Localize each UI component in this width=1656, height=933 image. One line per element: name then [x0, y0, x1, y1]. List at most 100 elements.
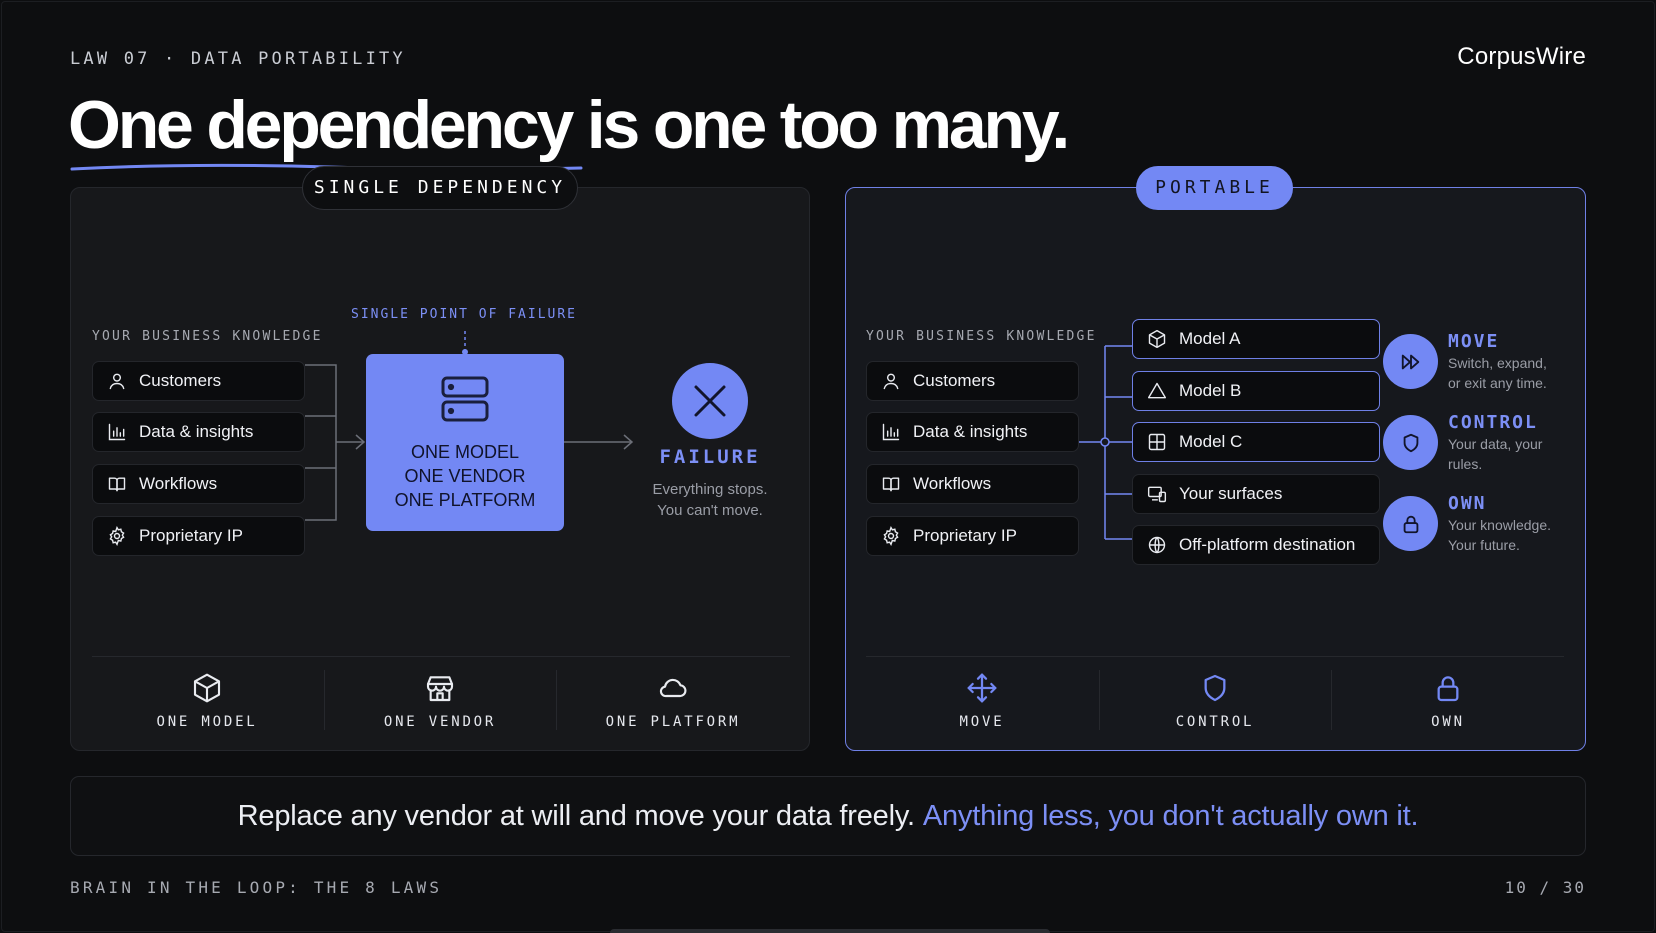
devices-icon	[1147, 486, 1167, 503]
benefit-title-move: MOVE	[1448, 331, 1500, 352]
knowledge-item-customers: Customers	[92, 361, 305, 401]
failure-x-icon	[672, 363, 748, 439]
benefit-line: Your future.	[1448, 537, 1520, 553]
cube-icon	[193, 673, 221, 703]
footer-move: MOVE	[882, 672, 1082, 730]
benefit-title-own: OWN	[1448, 493, 1487, 514]
storefront-icon	[426, 676, 454, 702]
knowledge-item-workflows: Workflows	[866, 464, 1079, 504]
triangle-icon	[1147, 382, 1167, 399]
failure-description: Everything stops. You can't move.	[620, 479, 800, 521]
benefit-line: Your data, your	[1448, 436, 1543, 452]
benefit-line: or exit any time.	[1448, 375, 1547, 391]
cube-icon	[1148, 329, 1166, 349]
benefit-line: Switch, expand,	[1448, 355, 1547, 371]
failure-line: You can't move.	[657, 502, 763, 519]
knowledge-label: YOUR BUSINESS KNOWLEDGE	[92, 329, 323, 344]
callout-main: Replace any vendor at will and move your…	[237, 799, 915, 832]
footer-control: CONTROL	[1115, 672, 1315, 730]
footer-one-platform: ONE PLATFORM	[573, 672, 773, 730]
server-icon	[441, 376, 489, 422]
footer-label: OWN	[1431, 714, 1465, 730]
book-icon	[108, 477, 126, 492]
footer-label: ONE MODEL	[156, 714, 258, 730]
footer-own: OWN	[1348, 672, 1548, 730]
portable-badge: PORTABLE	[1136, 166, 1293, 210]
central-line: ONE PLATFORM	[394, 490, 536, 510]
deck-title: BRAIN IN THE LOOP: THE 8 LAWS	[70, 878, 443, 897]
spof-label: SINGLE POINT OF FAILURE	[351, 307, 578, 322]
eyebrow: LAW 07 · DATA PORTABILITY	[70, 49, 406, 69]
knowledge-item-workflows: Workflows	[92, 464, 305, 504]
knowledge-item-label: Data & insights	[913, 422, 1028, 441]
knowledge-label: YOUR BUSINESS KNOWLEDGE	[866, 329, 1097, 344]
bar-chart-icon	[882, 423, 900, 441]
failure-line: Everything stops.	[652, 481, 768, 498]
footer-separator	[324, 670, 325, 730]
knowledge-item-label: Proprietary IP	[139, 526, 243, 545]
footer-separator	[1331, 670, 1332, 730]
scroll-handle[interactable]	[610, 929, 1050, 933]
page-number: 10 / 30	[1504, 878, 1586, 897]
page-title: One dependency is one too many.	[68, 87, 1070, 163]
destination-model-c: Model C	[1132, 422, 1380, 462]
failure-title: FAILURE	[659, 446, 761, 468]
footer-one-model: ONE MODEL	[107, 672, 307, 730]
knowledge-item-data-insights: Data & insights	[866, 412, 1079, 452]
destination-label: Your surfaces	[1179, 484, 1283, 503]
cloud-icon	[659, 678, 687, 698]
benefit-line: Your knowledge.	[1448, 517, 1552, 533]
right-footer-divider	[866, 656, 1564, 657]
move-arrows-icon	[967, 673, 997, 703]
bar-chart-icon	[108, 423, 126, 441]
shield-icon	[1383, 415, 1438, 470]
benefit-desc-move: Switch, expand, or exit any time.	[1448, 353, 1578, 393]
destination-label: Model B	[1179, 381, 1242, 400]
destination-model-b: Model B	[1132, 371, 1380, 411]
left-footer-divider	[92, 656, 790, 657]
footer-separator	[1099, 670, 1100, 730]
benefit-desc-own: Your knowledge. Your future.	[1448, 515, 1578, 555]
lock-icon	[1383, 496, 1438, 551]
destination-your-surfaces: Your surfaces	[1132, 474, 1380, 514]
lock-icon	[1437, 676, 1459, 702]
globe-icon	[1148, 536, 1166, 554]
destination-label: Model A	[1179, 329, 1241, 348]
destination-label: Off-platform destination	[1179, 535, 1356, 554]
benefit-desc-control: Your data, your rules.	[1448, 434, 1578, 474]
callout-accent: Anything less, you don't actually own it…	[922, 799, 1419, 832]
knowledge-item-proprietary-ip: Proprietary IP	[866, 516, 1079, 556]
footer-separator	[556, 670, 557, 730]
brand-logo: CorpusWire	[1457, 43, 1586, 70]
central-line: ONE VENDOR	[404, 466, 526, 486]
footer-label: ONE VENDOR	[383, 714, 497, 730]
callout-banner: Replace any vendor at will and move your…	[70, 776, 1586, 856]
knowledge-item-data-insights: Data & insights	[92, 412, 305, 452]
footer-label: MOVE	[959, 714, 1005, 730]
destination-off-platform: Off-platform destination	[1132, 525, 1380, 565]
user-icon	[883, 373, 899, 390]
knowledge-item-label: Proprietary IP	[913, 526, 1017, 545]
destination-model-a: Model A	[1132, 319, 1380, 359]
footer-one-vendor: ONE VENDOR	[340, 672, 540, 730]
gear-icon	[109, 526, 125, 546]
footer-label: ONE PLATFORM	[605, 714, 741, 730]
knowledge-item-label: Data & insights	[139, 422, 254, 441]
destination-label: Model C	[1179, 432, 1243, 451]
gear-icon	[883, 526, 899, 546]
user-icon	[109, 373, 125, 390]
benefit-line: rules.	[1448, 456, 1483, 472]
central-line: ONE MODEL	[410, 442, 520, 462]
knowledge-item-proprietary-ip: Proprietary IP	[92, 516, 305, 556]
benefit-title-control: CONTROL	[1448, 412, 1538, 433]
knowledge-item-label: Customers	[913, 371, 996, 390]
knowledge-item-label: Workflows	[139, 474, 218, 493]
book-icon	[882, 477, 900, 492]
grid-icon	[1148, 433, 1166, 451]
fast-forward-icon	[1383, 334, 1438, 389]
knowledge-item-label: Workflows	[913, 474, 992, 493]
footer-label: CONTROL	[1175, 714, 1255, 730]
knowledge-item-customers: Customers	[866, 361, 1079, 401]
knowledge-item-label: Customers	[139, 371, 222, 390]
central-dependency-box: ONE MODEL ONE VENDOR ONE PLATFORM	[366, 354, 564, 531]
